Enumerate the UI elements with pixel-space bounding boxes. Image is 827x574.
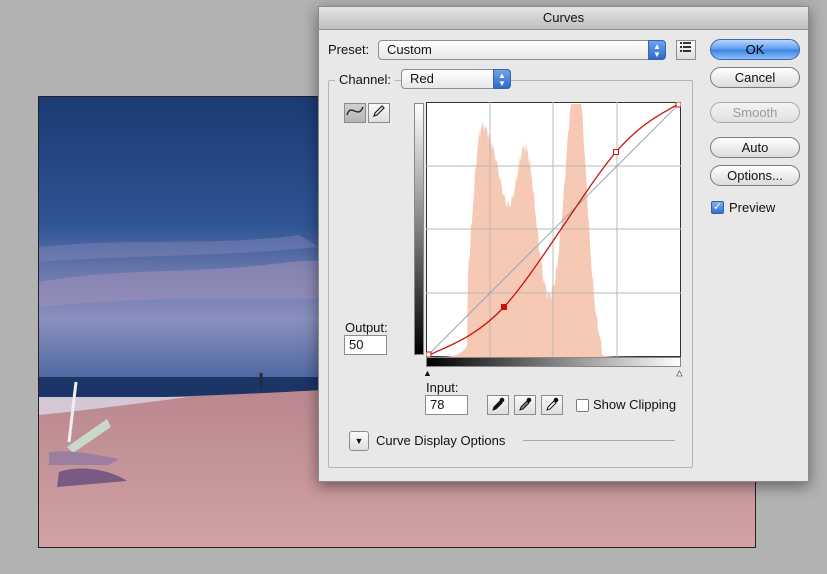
channel-label: Channel: — [335, 72, 396, 87]
output-gradient-bar — [414, 103, 424, 355]
output-field[interactable]: 50 — [344, 335, 387, 355]
curve-point-icon[interactable] — [344, 103, 366, 123]
cancel-button[interactable]: Cancel — [710, 67, 800, 88]
pencil-glyph — [373, 105, 385, 117]
preset-label: Preset: — [328, 42, 370, 57]
ok-button[interactable]: OK — [710, 39, 800, 60]
pencil-icon[interactable] — [368, 103, 390, 123]
show-clipping-label: Show Clipping — [593, 397, 677, 412]
preview-checkbox[interactable]: ✓ — [711, 201, 724, 214]
gray-eyedropper-glyph — [519, 397, 532, 411]
disclosure-triangle-icon[interactable]: ▼ — [349, 431, 369, 451]
curve-display-options-label: Curve Display Options — [376, 433, 506, 448]
white-point-eyedropper-icon[interactable] — [541, 395, 563, 415]
dialog-title: Curves — [319, 7, 808, 30]
output-label: Output: — [345, 320, 388, 335]
black-slider-icon[interactable]: ▲ — [423, 368, 432, 378]
input-field[interactable]: 78 — [425, 395, 468, 415]
curves-graph[interactable] — [426, 102, 681, 357]
preset-select[interactable]: Custom ▲ ▼ — [378, 40, 666, 60]
curve-point[interactable] — [613, 149, 619, 155]
smooth-button[interactable]: Smooth — [710, 102, 800, 123]
gray-point-eyedropper-icon[interactable] — [514, 395, 536, 415]
white-slider-icon[interactable]: ▲ — [675, 368, 685, 379]
channel-stepper-icon: ▲ ▼ — [493, 69, 511, 89]
curve-point[interactable] — [675, 102, 681, 108]
list-menu-icon — [680, 42, 691, 52]
input-label: Input: — [426, 380, 459, 395]
preset-value: Custom — [387, 42, 432, 57]
preset-stepper-icon: ▲ ▼ — [648, 40, 666, 60]
show-clipping-checkbox[interactable] — [576, 399, 589, 412]
input-gradient-bar — [426, 357, 681, 367]
divider — [523, 440, 675, 441]
black-eyedropper-glyph — [492, 397, 505, 411]
options-button[interactable]: Options... — [710, 165, 800, 186]
curve-tool-glyph — [346, 106, 364, 116]
preset-options-icon[interactable] — [676, 40, 696, 60]
white-eyedropper-glyph — [546, 397, 559, 411]
black-point-eyedropper-icon[interactable] — [487, 395, 509, 415]
channel-select[interactable]: Red ▲ ▼ — [401, 69, 511, 89]
preview-label: Preview — [729, 200, 776, 215]
curve-point[interactable] — [501, 304, 507, 310]
curves-dialog: Curves Preset: Custom ▲ ▼ OK Cancel Smoot… — [318, 6, 809, 482]
auto-button[interactable]: Auto — [710, 137, 800, 158]
channel-value: Red — [410, 71, 434, 86]
